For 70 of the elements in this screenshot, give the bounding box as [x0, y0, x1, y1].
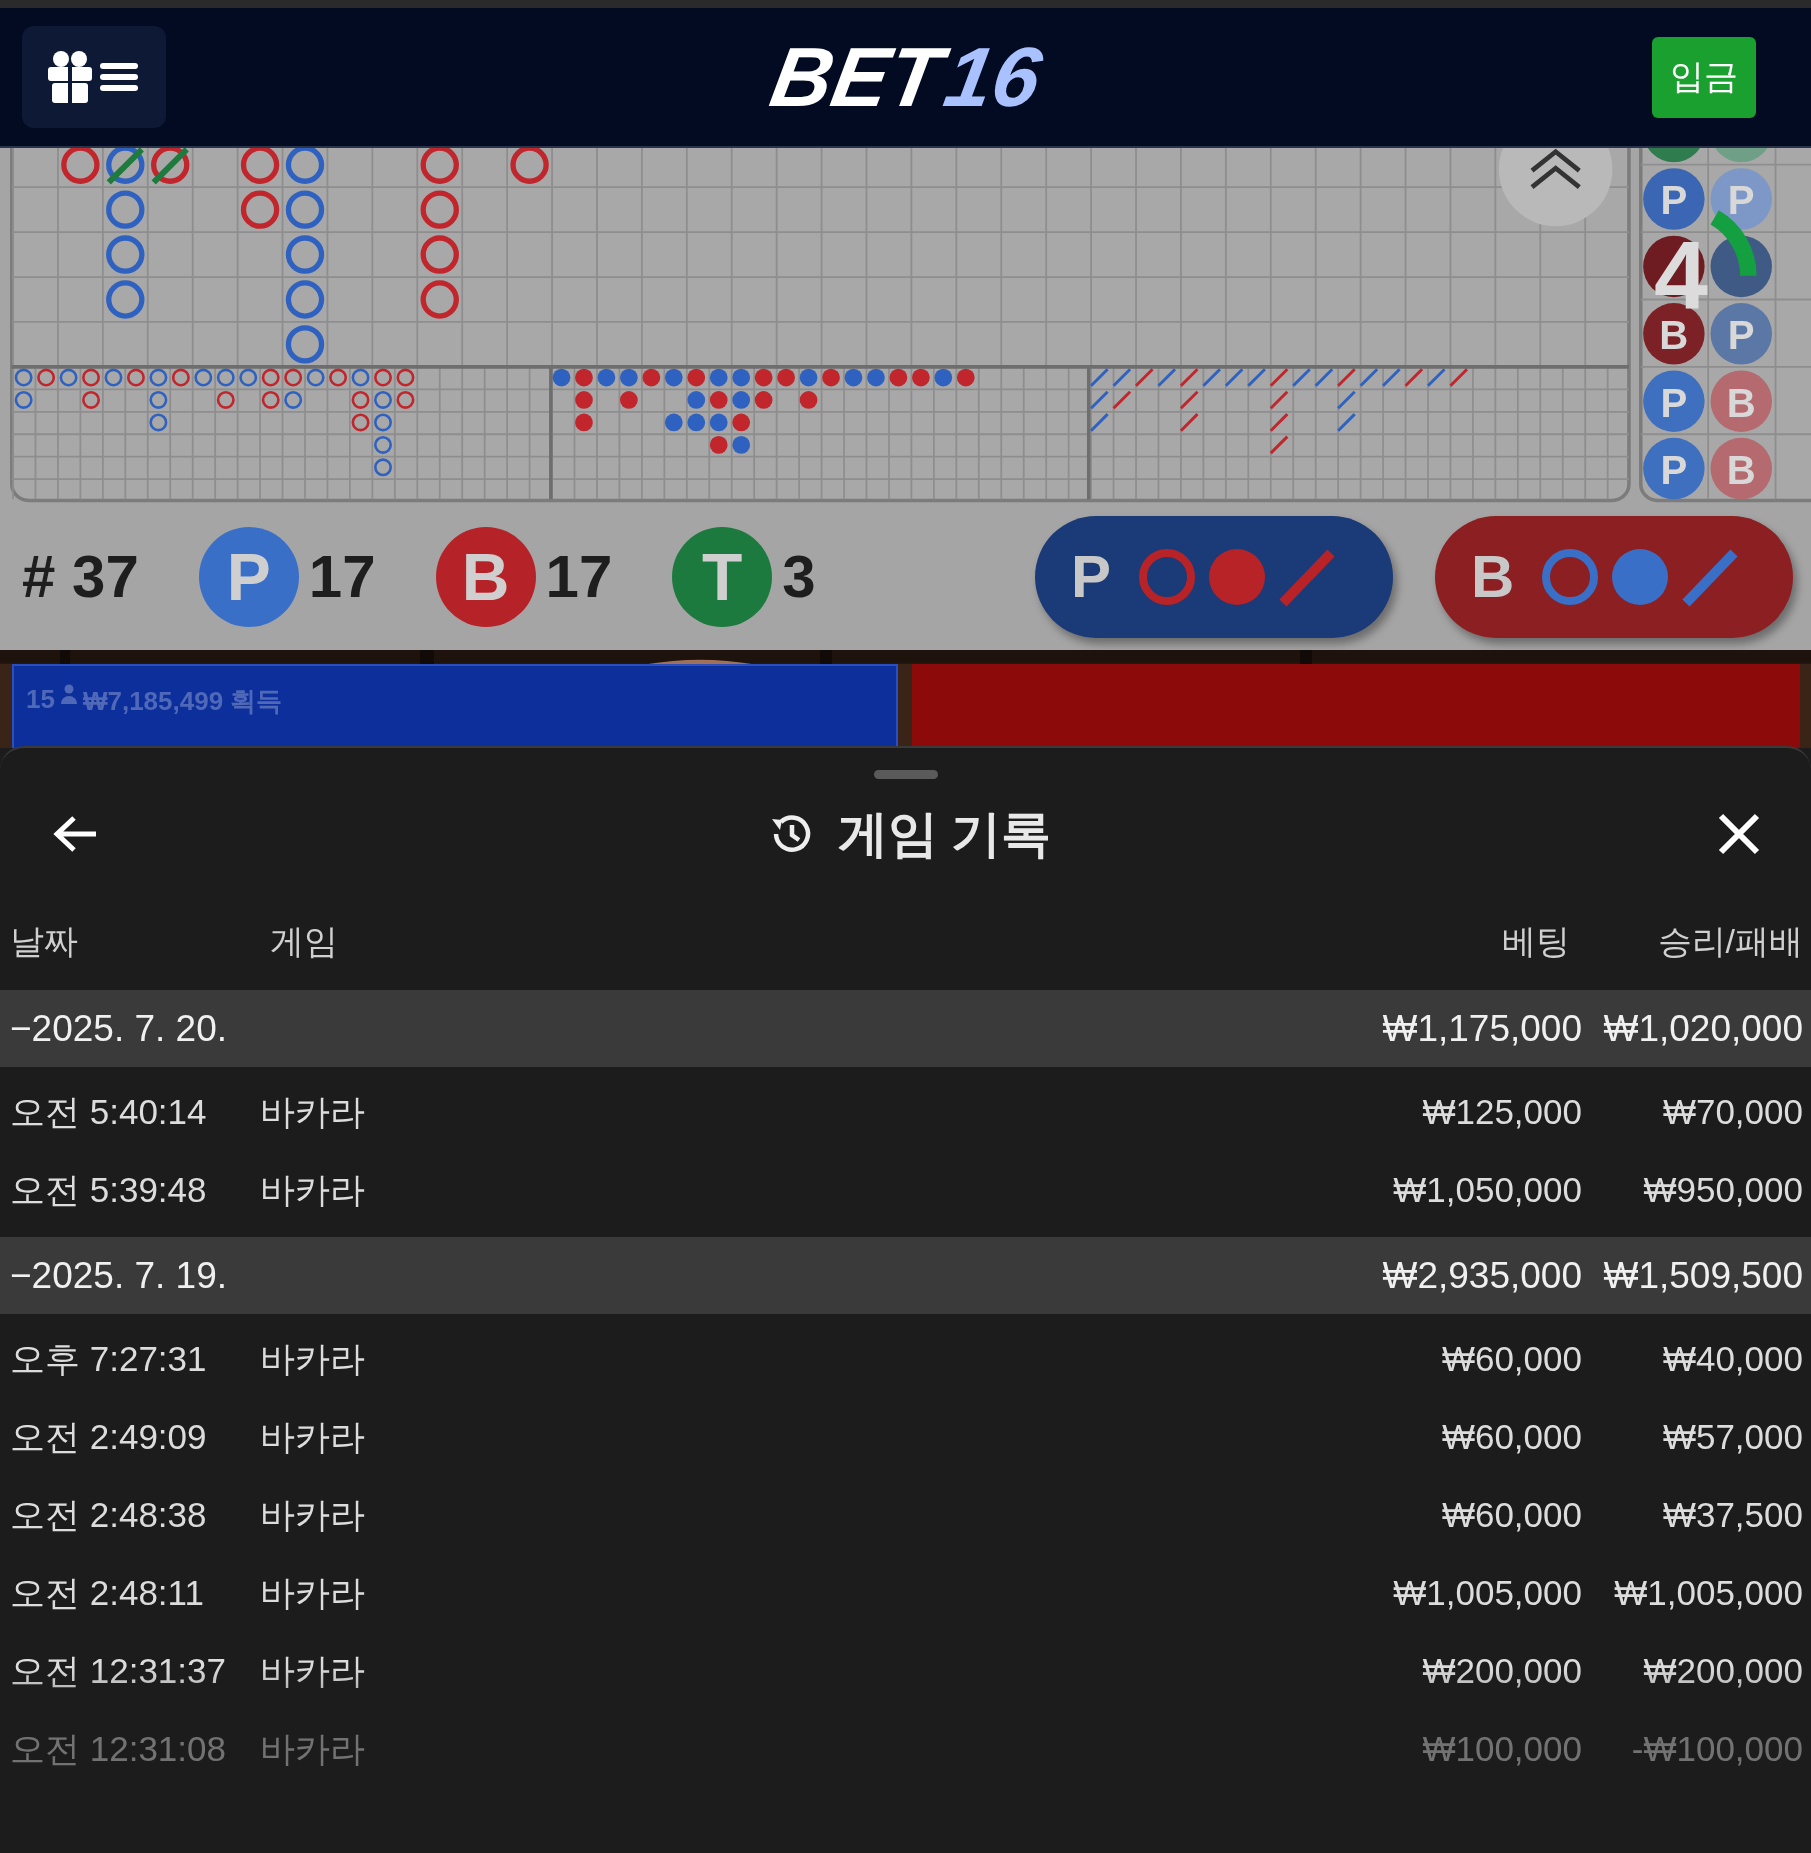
bead-letter: B	[1726, 380, 1756, 426]
bead-letter: P	[1727, 313, 1755, 359]
scroll-up-button[interactable]	[1498, 148, 1613, 227]
predict-button[interactable]: B	[1435, 515, 1793, 638]
sheet-title: 게임 기록	[837, 804, 1052, 864]
group-result-total: ₩1,509,500	[1602, 1254, 1803, 1297]
time-cell-text: 오후 7:27:31	[10, 1337, 208, 1380]
drag-handle[interactable]	[873, 770, 938, 779]
time-cell-text: 오전 5:40:14	[10, 1090, 208, 1133]
count-value: 17	[308, 542, 376, 611]
deposit-button[interactable]: 입금	[1652, 36, 1756, 118]
player-count: 15	[26, 684, 55, 715]
bet-cell-text: ₩1,050,000	[1392, 1170, 1582, 1210]
game-cell-text: 바카라	[260, 1337, 366, 1380]
player-win-amount: ₩7,185,499 획득	[82, 685, 283, 718]
bead-letter: B	[1726, 447, 1756, 493]
date-group-row[interactable]: −2025. 7. 19. ₩2,935,000 ₩1,509,500	[0, 1237, 1811, 1314]
bet-cell-text: ₩60,000	[1440, 1339, 1582, 1379]
count-value: 3	[782, 542, 816, 611]
bead-letter: P	[1660, 178, 1688, 224]
column-header: 날짜	[10, 921, 79, 962]
time-cell-text: 오전 5:39:48	[10, 1168, 208, 1211]
result-cell-text: ₩57,000	[1661, 1417, 1803, 1457]
group-bet-total: ₩2,935,000	[1381, 1254, 1582, 1297]
round-number: # 37	[22, 542, 139, 611]
time-cell-text: 오전 12:31:37	[10, 1649, 227, 1692]
game-cell-text: 바카라	[260, 1168, 366, 1211]
bet-cell-text: ₩60,000	[1440, 1495, 1582, 1535]
result-cell-text: -₩100,000	[1630, 1729, 1803, 1769]
game-cell-text: 바카라	[260, 1571, 366, 1614]
count-badge: T	[672, 526, 773, 627]
column-header: 게임	[269, 921, 339, 962]
group-bet-total: ₩1,175,000	[1381, 1007, 1582, 1050]
column-header: 승리/패배	[1656, 921, 1803, 962]
logo: BET16	[763, 28, 1048, 126]
result-cell-text: ₩200,000	[1642, 1651, 1803, 1691]
bead-letter: P	[1727, 178, 1755, 224]
bet-cell-text: ₩125,000	[1421, 1092, 1582, 1132]
close-icon[interactable]	[1717, 812, 1761, 856]
result-cell-text: ₩70,000	[1661, 1092, 1803, 1132]
game-cell-text: 바카라	[260, 1727, 366, 1770]
result-cell-text: ₩950,000	[1642, 1170, 1803, 1210]
result-cell-text: ₩1,005,000	[1613, 1573, 1803, 1613]
bet-cell-text: ₩200,000	[1421, 1651, 1582, 1691]
result-cell-text: ₩40,000	[1661, 1339, 1803, 1379]
group-date: −2025. 7. 19.	[10, 1254, 229, 1297]
bet-cell-text: ₩1,005,000	[1392, 1573, 1582, 1613]
time-cell-text: 오전 2:48:11	[10, 1571, 205, 1614]
predict-button[interactable]: P	[1035, 515, 1393, 638]
game-cell-text: 바카라	[260, 1415, 366, 1458]
column-header: 베팅	[1501, 921, 1571, 962]
bead-letter: P	[1660, 380, 1688, 426]
result-cell-text: ₩37,500	[1661, 1495, 1803, 1535]
game-cell-text: 바카라	[260, 1493, 366, 1536]
game-cell-text: 바카라	[260, 1649, 366, 1692]
bet-cell-text: ₩100,000	[1421, 1729, 1582, 1769]
time-cell-text: 오전 2:49:09	[10, 1415, 208, 1458]
count-badge: P	[198, 526, 299, 627]
group-result-total: ₩1,020,000	[1602, 1007, 1803, 1050]
date-group-row[interactable]: −2025. 7. 20. ₩1,175,000 ₩1,020,000	[0, 990, 1811, 1067]
person-icon	[60, 684, 77, 704]
count-value: 17	[545, 542, 613, 611]
count-badge: B	[435, 526, 536, 627]
bet-cell-text: ₩60,000	[1440, 1417, 1582, 1457]
time-cell-text: 오전 12:31:08	[10, 1727, 227, 1770]
time-cell-text: 오전 2:48:38	[10, 1493, 208, 1536]
menu-button[interactable]	[22, 26, 166, 128]
game-cell-text: 바카라	[260, 1090, 366, 1133]
group-date: −2025. 7. 20.	[10, 1007, 229, 1050]
bead-letter: P	[1660, 447, 1688, 493]
